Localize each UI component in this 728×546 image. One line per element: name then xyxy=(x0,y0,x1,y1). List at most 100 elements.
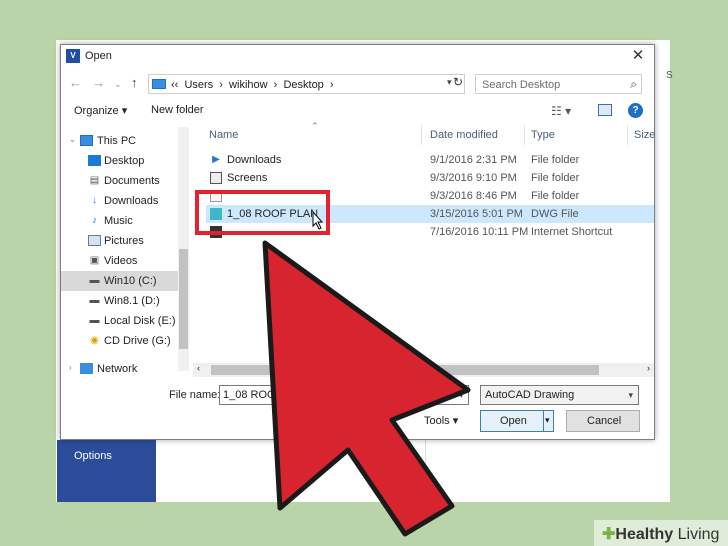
file-type: File folder xyxy=(531,154,580,166)
sidebar-item-documents[interactable]: ▤ Documents xyxy=(61,171,189,191)
sidebar-item-label: Music xyxy=(104,215,133,227)
cancel-button[interactable]: Cancel xyxy=(566,410,640,432)
search-icon[interactable]: ⌕ xyxy=(630,77,637,92)
column-separator[interactable] xyxy=(627,125,628,145)
sidebar-item-win81-d[interactable]: ▬ Win8.1 (D:) xyxy=(61,291,189,311)
column-separator[interactable] xyxy=(524,125,525,145)
drive-icon: ▬ xyxy=(89,295,100,306)
navigation-scrollbar[interactable] xyxy=(178,127,189,371)
recent-locations-chevron-icon[interactable]: ⌄ xyxy=(114,79,122,90)
open-button-label: Open xyxy=(500,415,527,427)
downloads-icon: ↓ xyxy=(92,195,97,206)
search-box[interactable]: Search Desktop ⌕ xyxy=(475,74,642,94)
scroll-left-icon[interactable]: ‹ xyxy=(197,363,200,373)
forward-arrow-icon[interactable]: → xyxy=(92,75,105,90)
plus-icon: ✚ xyxy=(602,526,616,543)
column-header-name[interactable]: Name xyxy=(209,129,238,141)
watermark-brand-bold: Healthy xyxy=(615,526,674,543)
watermark: ✚Healthy Living xyxy=(594,520,728,546)
sidebar-item-label: Downloads xyxy=(104,195,159,207)
file-date: 9/3/2016 9:10 PM xyxy=(430,172,517,184)
file-row-screens[interactable]: Screens 9/3/2016 9:10 PM File folder xyxy=(206,169,654,187)
file-date: 3/15/2016 5:01 PM xyxy=(430,208,523,220)
open-split-divider xyxy=(543,411,544,431)
options-label: Options xyxy=(74,450,112,462)
background-divider xyxy=(425,440,426,502)
sidebar-item-label: Network xyxy=(97,363,138,375)
horizontal-scrollbar[interactable]: ‹ › xyxy=(193,363,654,377)
sidebar-item-label: Videos xyxy=(104,255,138,267)
sidebar-item-music[interactable]: ♪ Music xyxy=(61,211,189,231)
sidebar-item-desktop[interactable]: Desktop xyxy=(61,151,189,171)
sidebar-item-label: Local Disk (E:) xyxy=(104,315,176,327)
preview-pane-icon[interactable] xyxy=(598,104,612,116)
desktop-icon xyxy=(88,155,101,166)
file-name-dropdown-icon[interactable]: ▾ xyxy=(459,390,464,401)
sidebar-item-win10-c[interactable]: ▬ Win10 (C:) xyxy=(61,271,189,291)
navigation-pane: ⌄ This PC Desktop ▤ Documents ↓ Download… xyxy=(61,127,189,375)
watermark-text: ✚Healthy Living xyxy=(602,524,719,544)
file-list: ⌃ Name Date modified Type Size ▶ Downloa… xyxy=(193,121,655,379)
file-date: 9/3/2016 8:46 PM xyxy=(430,190,517,202)
organize-button[interactable]: Organize ▾ xyxy=(74,104,127,117)
file-type: File folder xyxy=(531,172,580,184)
column-header-type[interactable]: Type xyxy=(531,129,555,141)
file-row-downloads[interactable]: ▶ Downloads 9/1/2016 2:31 PM File folder xyxy=(206,151,654,169)
expand-chevron-icon[interactable]: ⌄ xyxy=(69,135,76,144)
visio-app-icon: V xyxy=(66,49,80,63)
sidebar-item-label: This PC xyxy=(97,135,137,147)
sidebar-item-network[interactable]: › Network xyxy=(61,359,189,379)
column-header-size[interactable]: Size xyxy=(634,129,655,141)
up-arrow-icon[interactable]: ↑ xyxy=(131,75,138,90)
navigation-scroll-thumb[interactable] xyxy=(179,249,188,349)
sidebar-item-label: Win10 (C:) xyxy=(104,275,157,287)
highlight-box xyxy=(195,190,330,235)
network-icon xyxy=(80,363,93,374)
address-breadcrumb[interactable]: ‹‹ Users › wikihow › Desktop › xyxy=(171,79,334,91)
file-type-filter-value: AutoCAD Drawing xyxy=(485,389,575,401)
sidebar-item-downloads[interactable]: ↓ Downloads xyxy=(61,191,189,211)
sidebar-item-cd-drive-g[interactable]: ◉ CD Drive (G:) xyxy=(61,331,189,351)
command-toolbar: Organize ▾ New folder ☷ ▾ ? xyxy=(61,101,654,121)
folder-link-icon: ▶ xyxy=(212,154,220,165)
change-view-icon[interactable]: ☷ ▾ xyxy=(551,104,571,118)
file-name-label: File name: xyxy=(169,389,221,401)
file-name-value[interactable]: 1_08 ROC xyxy=(223,389,275,401)
options-panel[interactable]: Options xyxy=(57,440,156,502)
sidebar-item-label: Pictures xyxy=(104,235,144,247)
filter-dropdown-icon[interactable]: ▾ xyxy=(628,390,633,401)
drive-icon: ▬ xyxy=(89,275,100,286)
file-name-input[interactable]: 1_08 ROC xyxy=(219,385,469,405)
column-header-date[interactable]: Date modified xyxy=(430,129,498,141)
folder-image-icon xyxy=(210,172,222,184)
file-type-filter[interactable]: AutoCAD Drawing ▾ xyxy=(480,385,639,405)
column-separator[interactable] xyxy=(421,125,422,145)
search-input[interactable]: Search Desktop xyxy=(482,79,560,91)
open-button[interactable]: Open ▾ xyxy=(480,410,554,432)
file-date: 7/16/2016 10:11 PM xyxy=(430,226,529,238)
scroll-right-icon[interactable]: › xyxy=(647,363,650,373)
sidebar-item-local-disk-e[interactable]: ▬ Local Disk (E:) xyxy=(61,311,189,331)
pc-icon xyxy=(80,135,93,146)
file-date: 9/1/2016 2:31 PM xyxy=(430,154,517,166)
close-button[interactable]: ✕ xyxy=(628,45,648,67)
drive-icon: ▬ xyxy=(89,315,100,326)
title-bar: V Open ✕ xyxy=(61,45,654,67)
expand-chevron-icon[interactable]: › xyxy=(69,363,72,372)
sidebar-item-label: Win8.1 (D:) xyxy=(104,295,160,307)
sidebar-item-videos[interactable]: ▣ Videos xyxy=(61,251,189,271)
pictures-icon xyxy=(88,235,101,246)
videos-icon: ▣ xyxy=(89,255,100,266)
music-icon: ♪ xyxy=(92,215,97,226)
new-folder-button[interactable]: New folder xyxy=(151,104,204,116)
help-icon[interactable]: ? xyxy=(628,103,643,118)
open-dropdown-icon[interactable]: ▾ xyxy=(545,415,550,426)
address-bar[interactable]: ‹‹ Users › wikihow › Desktop › xyxy=(148,74,465,94)
back-arrow-icon[interactable]: ← xyxy=(69,75,82,90)
refresh-icon[interactable]: ↻ xyxy=(450,75,466,93)
file-type: File folder xyxy=(531,190,580,202)
sidebar-item-this-pc[interactable]: ⌄ This PC xyxy=(61,131,189,151)
tools-menu[interactable]: Tools ▾ xyxy=(424,414,458,427)
horizontal-scroll-thumb[interactable] xyxy=(211,365,599,375)
sidebar-item-pictures[interactable]: Pictures xyxy=(61,231,189,251)
